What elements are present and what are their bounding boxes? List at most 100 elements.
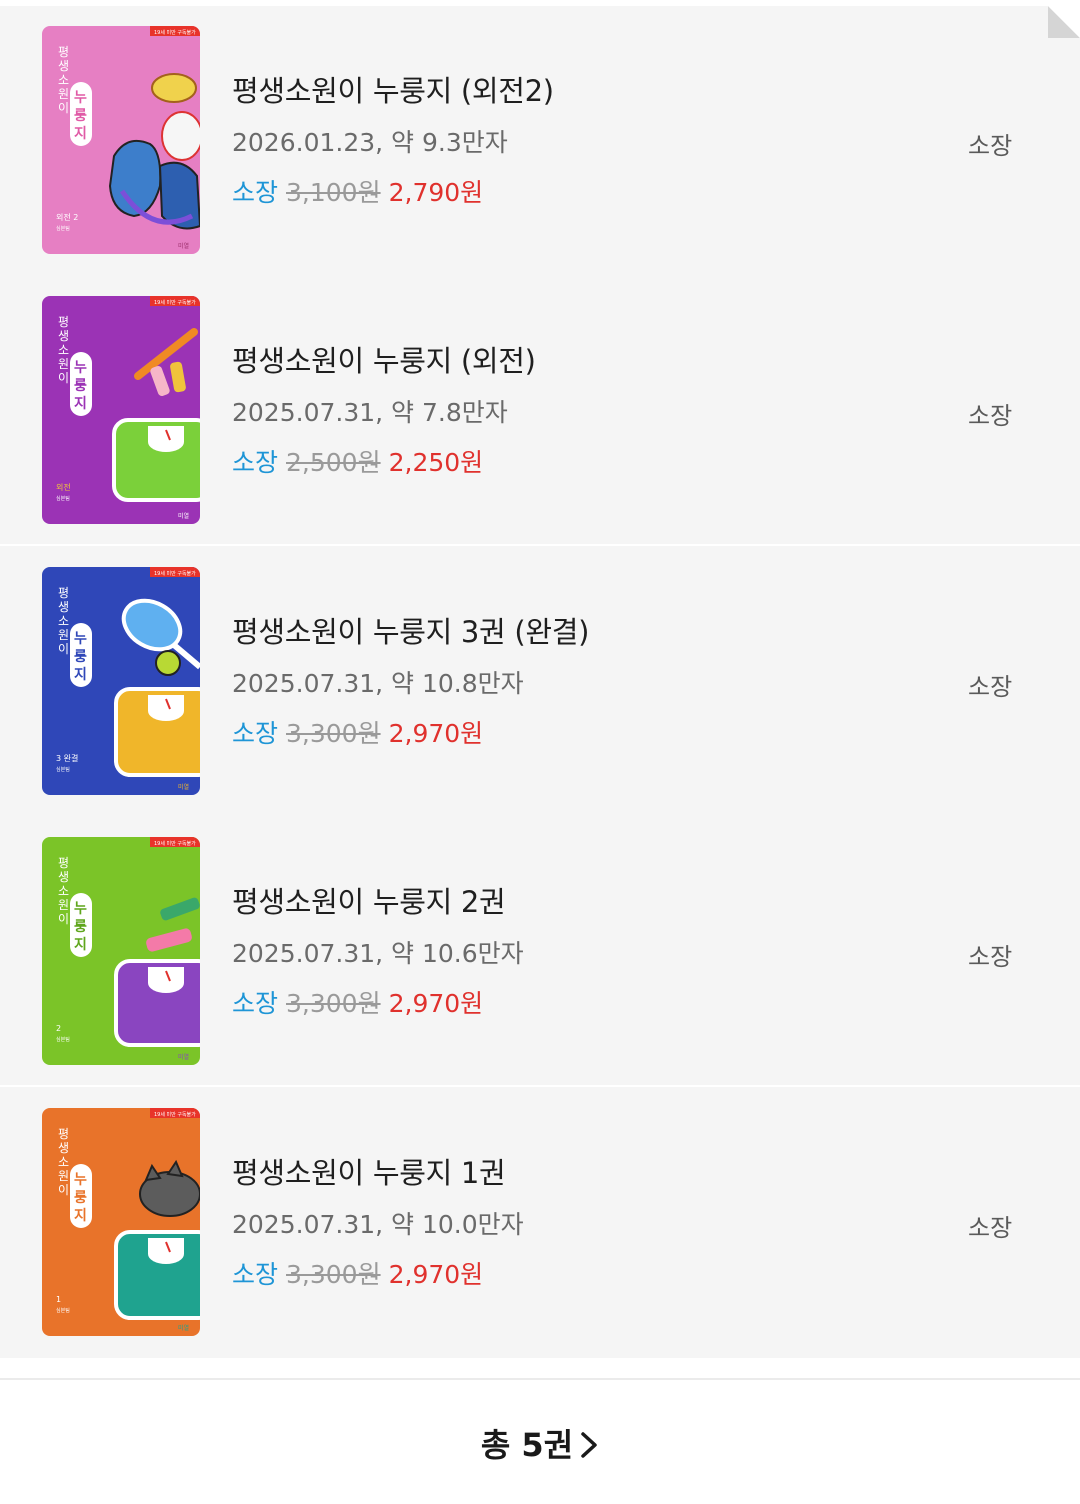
age-badge: 19세 미만 구독불가 — [154, 840, 196, 847]
svg-text:룽: 룽 — [74, 919, 87, 935]
price-sale: 2,970원 — [388, 719, 484, 748]
chevron-right-icon — [581, 1432, 597, 1458]
price-sale: 2,970원 — [388, 1260, 484, 1289]
svg-text:생: 생 — [58, 329, 69, 343]
price-line: 소장 2,500원 2,250원 — [232, 443, 483, 479]
svg-text:원: 원 — [58, 87, 69, 101]
svg-text:지: 지 — [74, 937, 87, 953]
age-badge: 19세 미만 구독불가 — [154, 1111, 196, 1118]
svg-text:심본팀: 심본팀 — [56, 766, 70, 773]
list-item[interactable]: 19세 미만 구독불가 평생소원이 누룽지 2 심본팀 미열 평생소원이 누룽지… — [0, 817, 1080, 1087]
svg-text:평: 평 — [58, 856, 69, 870]
price-line: 소장 3,300원 2,970원 — [232, 714, 483, 750]
svg-text:미열: 미열 — [178, 512, 189, 520]
svg-text:지: 지 — [74, 667, 87, 683]
book-meta: 2025.07.31, 약 10.0만자 — [232, 1210, 524, 1239]
book-meta: 2026.01.23, 약 9.3만자 — [232, 128, 508, 157]
svg-text:생: 생 — [58, 600, 69, 614]
list-item[interactable]: 19세 미만 구독불가 평생소원이 누룽지 외전 2 심본팀 미열 평생소원이 … — [0, 6, 1080, 276]
own-button[interactable]: 소장 — [968, 937, 1012, 972]
svg-text:누: 누 — [74, 901, 87, 917]
price-original: 2,500원 — [286, 448, 381, 477]
svg-text:누: 누 — [74, 631, 87, 647]
svg-text:누: 누 — [74, 90, 87, 106]
svg-text:소: 소 — [58, 884, 69, 898]
divider — [0, 544, 1080, 546]
svg-text:이: 이 — [58, 371, 69, 385]
svg-text:원: 원 — [58, 628, 69, 642]
book-title[interactable]: 평생소원이 누룽지 1권 — [232, 1150, 506, 1192]
own-button[interactable]: 소장 — [968, 396, 1012, 431]
book-title[interactable]: 평생소원이 누룽지 (외전) — [232, 338, 536, 380]
svg-text:심본팀: 심본팀 — [56, 1307, 70, 1314]
total-count-label: 총 5권 — [480, 1426, 574, 1464]
list-item[interactable]: 19세 미만 구독불가 평생소원이 누룽지 3 완결 심본팀 미열 평생소원이 … — [0, 547, 1080, 817]
svg-text:1: 1 — [56, 1295, 61, 1304]
svg-text:지: 지 — [74, 396, 87, 412]
svg-text:평: 평 — [58, 1127, 69, 1141]
book-meta: 2025.07.31, 약 10.6만자 — [232, 939, 524, 968]
svg-text:소: 소 — [58, 1155, 69, 1169]
own-button[interactable]: 소장 — [968, 1208, 1012, 1243]
svg-text:소: 소 — [58, 73, 69, 87]
svg-text:원: 원 — [58, 1169, 69, 1183]
svg-text:평: 평 — [58, 315, 69, 329]
book-meta: 2025.07.31, 약 10.8만자 — [232, 669, 524, 698]
svg-text:3 완결: 3 완결 — [56, 753, 78, 763]
svg-text:외전: 외전 — [56, 482, 71, 492]
age-badge: 19세 미만 구독불가 — [154, 570, 196, 577]
book-meta: 2025.07.31, 약 7.8만자 — [232, 398, 508, 427]
book-cover[interactable]: 19세 미만 구독불가 평생소원이 누룽지 외전 2 심본팀 미열 — [42, 26, 200, 254]
svg-text:생: 생 — [58, 59, 69, 73]
svg-text:지: 지 — [74, 126, 87, 142]
list-item[interactable]: 19세 미만 구독불가 평생소원이 누룽지 1 심본팀 미열 평생소원이 누룽지… — [0, 1088, 1080, 1358]
svg-text:외전 2: 외전 2 — [56, 212, 78, 222]
svg-text:룽: 룽 — [74, 649, 87, 665]
svg-text:심본팀: 심본팀 — [56, 225, 70, 232]
age-badge: 19세 미만 구독불가 — [154, 299, 196, 306]
svg-text:미열: 미열 — [178, 783, 189, 791]
svg-text:이: 이 — [58, 101, 69, 115]
svg-text:평: 평 — [58, 586, 69, 600]
svg-text:룽: 룽 — [74, 1190, 87, 1206]
svg-text:소: 소 — [58, 614, 69, 628]
price-sale: 2,790원 — [388, 178, 484, 207]
svg-text:생: 생 — [58, 1141, 69, 1155]
book-title[interactable]: 평생소원이 누룽지 3권 (완결) — [232, 609, 589, 651]
svg-text:누: 누 — [74, 360, 87, 376]
footer-divider — [0, 1378, 1080, 1380]
price-sale: 2,970원 — [388, 989, 484, 1018]
price-type: 소장 — [232, 989, 279, 1018]
list-item[interactable]: 19세 미만 구독불가 평생소원이 누룽지 외전 심본팀 미열 평생소원이 누룽… — [0, 276, 1080, 546]
price-sale: 2,250원 — [388, 448, 484, 477]
svg-text:이: 이 — [58, 1183, 69, 1197]
own-button[interactable]: 소장 — [968, 126, 1012, 161]
book-cover[interactable]: 19세 미만 구독불가 평생소원이 누룽지 2 심본팀 미열 — [42, 837, 200, 1065]
svg-text:평: 평 — [58, 45, 69, 59]
book-cover[interactable]: 19세 미만 구독불가 평생소원이 누룽지 외전 심본팀 미열 — [42, 296, 200, 524]
price-original: 3,300원 — [286, 1260, 381, 1289]
svg-text:2: 2 — [56, 1024, 61, 1033]
book-cover[interactable]: 19세 미만 구독불가 평생소원이 누룽지 1 심본팀 미열 — [42, 1108, 200, 1336]
svg-text:미열: 미열 — [178, 1053, 189, 1061]
total-count-link[interactable]: 총 5권 — [0, 1420, 1080, 1466]
svg-text:심본팀: 심본팀 — [56, 1036, 70, 1043]
svg-text:누: 누 — [74, 1172, 87, 1188]
price-type: 소장 — [232, 719, 279, 748]
own-button[interactable]: 소장 — [968, 667, 1012, 702]
price-original: 3,300원 — [286, 989, 381, 1018]
price-type: 소장 — [232, 448, 279, 477]
svg-text:소: 소 — [58, 343, 69, 357]
age-badge: 19세 미만 구독불가 — [154, 29, 196, 36]
svg-text:심본팀: 심본팀 — [56, 495, 70, 502]
book-title[interactable]: 평생소원이 누룽지 2권 — [232, 879, 506, 921]
price-original: 3,100원 — [286, 178, 381, 207]
book-cover[interactable]: 19세 미만 구독불가 평생소원이 누룽지 3 완결 심본팀 미열 — [42, 567, 200, 795]
price-original: 3,300원 — [286, 719, 381, 748]
book-title[interactable]: 평생소원이 누룽지 (외전2) — [232, 68, 554, 110]
svg-text:이: 이 — [58, 912, 69, 926]
price-type: 소장 — [232, 178, 279, 207]
price-line: 소장 3,300원 2,970원 — [232, 984, 483, 1020]
svg-text:룽: 룽 — [74, 378, 87, 394]
price-line: 소장 3,100원 2,790원 — [232, 173, 483, 209]
